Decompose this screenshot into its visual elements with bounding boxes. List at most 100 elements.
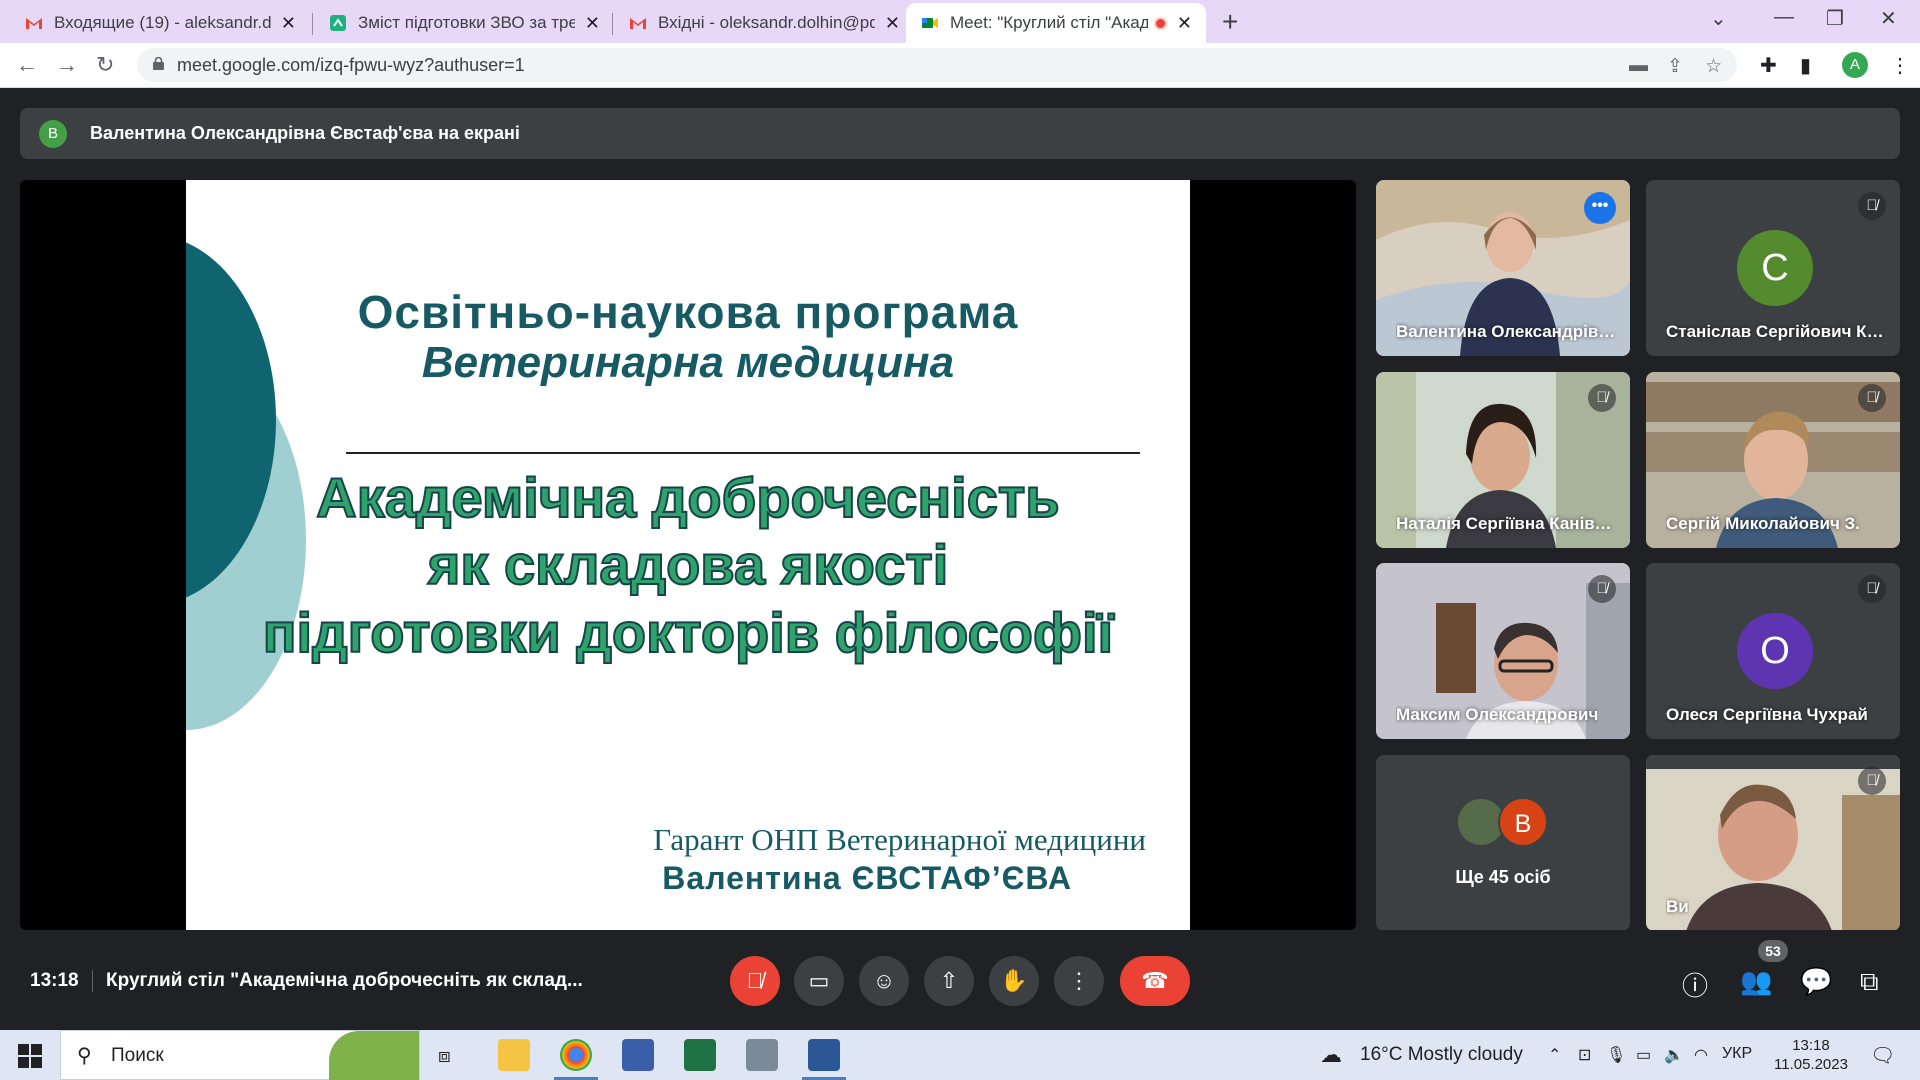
chat-icon[interactable]: 💬 [1800,966,1832,997]
participant-name: Ви [1666,897,1689,916]
gmail-icon [630,18,646,29]
leave-call-button[interactable]: ☎ [1120,956,1190,1006]
more-options-button[interactable]: ⋮ [1054,956,1104,1006]
tab-close-icon[interactable]: ✕ [1177,13,1192,34]
mic-off-icon: 🎙̸ [1588,384,1616,412]
more-participants-label: Ще 45 осіб [1455,867,1551,887]
docs-icon [330,15,346,31]
participant-avatar: В [1498,797,1548,847]
back-button[interactable]: ← [16,52,38,78]
maximize-button[interactable]: ❐ [1826,6,1844,31]
taskbar-date: 11.05.2023 [1774,1056,1848,1073]
word-icon[interactable] [802,1039,846,1080]
participant-name: Максим Олександрович [1396,705,1599,724]
slide-topic-line: як складова якості [427,532,950,597]
save-app-icon[interactable] [622,1039,654,1071]
camera-toggle-button[interactable]: ▭ [794,956,844,1006]
tab-meet[interactable]: Meet: "Круглий стіл "Академ ✕ [906,3,1206,43]
divider [92,970,93,992]
mic-off-icon: 🎙̸ [1858,192,1886,220]
windows-start-icon[interactable] [18,1044,42,1068]
weather-text[interactable]: 16°C Mostly cloudy [1360,1044,1523,1066]
tab-docs[interactable]: Зміст підготовки ЗВО за третім ( ✕ [314,3,614,43]
tab-title: Meet: "Круглий стіл "Академ [950,13,1149,32]
bookmark-star-icon[interactable]: ☆ [1705,55,1722,78]
search-icon: ⚲ [77,1045,92,1067]
more-participants-tile[interactable]: В Ще 45 осіб [1376,755,1630,931]
presenter-avatar: В [39,120,67,148]
participant-tile[interactable]: О 🎙̸ Олеся Сергіївна Чухрай [1646,563,1900,739]
calculator-icon[interactable] [746,1039,778,1071]
people-icon[interactable]: 👥 [1740,966,1772,997]
tab-search-icon[interactable]: ⌄ [1710,6,1727,31]
microphone-icon[interactable]: 🎙 [1606,1045,1626,1065]
presenter-text: Валентина Олександрівна Євстаф'єва на ек… [90,123,520,143]
taskbar-search[interactable]: ⚲ Поиск [60,1030,420,1080]
tab-close-icon[interactable]: ✕ [281,13,296,34]
close-window-button[interactable]: ✕ [1880,6,1897,31]
new-tab-button[interactable]: + [1222,6,1238,38]
slide-guarantor-name: Валентина ЄВСТАФ’ЄВА [662,860,1072,896]
meeting-title: Круглий стіл "Академічна доброчесніть як… [106,970,583,991]
url-text: meet.google.com/izq-fpwu-wyz?authuser=1 [177,55,525,75]
share-icon[interactable]: ⇪ [1667,55,1683,78]
volume-icon[interactable]: 🔈 [1664,1045,1684,1065]
meeting-info-icon[interactable]: ⓘ [1682,966,1708,1003]
reactions-button[interactable]: ☺ [859,956,909,1006]
chrome-icon[interactable] [554,1039,598,1080]
menu-kebab-icon[interactable]: ⋮ [1890,53,1910,78]
tab-title: Зміст підготовки ЗВО за третім ( [358,13,575,32]
slide-program-subtitle: Ветеринарна медицина [421,338,955,387]
battery-icon[interactable]: ▭ [1636,1045,1651,1065]
taskbar-time: 13:18 [1792,1037,1830,1054]
participant-tile[interactable]: ••• Валентина Олександрівна Євстаф'єва [1376,180,1630,356]
presenter-banner: В Валентина Олександрівна Євстаф'єва на … [20,108,1900,159]
participant-tile[interactable]: 🎙̸ Сергій Миколайович З. [1646,372,1900,548]
windows-taskbar: ⚲ Поиск ⧈ ☁ 16°C Mostly cloudy ⌃ ⊡ 🎙 ▭ 🔈… [0,1030,1920,1080]
omnibox[interactable]: meet.google.com/izq-fpwu-wyz?authuser=1 … [137,48,1737,82]
taskbar-clock[interactable]: 13:18 11.05.2023 [1774,1036,1848,1074]
address-toolbar: ← → ↻ meet.google.com/izq-fpwu-wyz?authu… [0,43,1920,88]
network-device-icon[interactable]: ⊡ [1578,1045,1591,1065]
tab-gmail-work[interactable]: Вхідні - oleksandr.dolhin@pdaa.e ✕ [614,3,914,43]
side-panel-icon[interactable]: ▮ [1800,53,1811,78]
camera-icon[interactable]: ▬ [1629,55,1648,77]
task-view-icon[interactable]: ⧈ [438,1045,451,1068]
tab-close-icon[interactable]: ✕ [585,13,600,34]
mic-off-icon: 🎙̸ [1588,575,1616,603]
extensions-icon[interactable]: ✚ [1760,53,1777,78]
tab-title: Вхідні - oleksandr.dolhin@pdaa.e [658,13,875,32]
search-highlight-image [329,1031,419,1080]
present-screen-button[interactable]: ⇧ [924,956,974,1006]
participant-tile[interactable]: 🎙̸ Наталія Сергіївна Канівець [1376,372,1630,548]
forward-button[interactable]: → [56,52,78,78]
tab-gmail-inbox[interactable]: Входящие (19) - aleksandr.ds86@ ✕ [10,3,310,43]
meet-icon [922,18,938,28]
minimize-button[interactable]: — [1774,6,1794,29]
wifi-icon[interactable]: ◠ [1694,1045,1708,1065]
language-indicator[interactable]: УКР [1722,1045,1752,1063]
excel-icon[interactable] [684,1039,716,1071]
tab-title: Входящие (19) - aleksandr.ds86@ [54,13,271,32]
weather-cloud-icon: ☁ [1320,1042,1342,1067]
file-explorer-icon[interactable] [498,1039,530,1071]
raise-hand-button[interactable]: ✋ [989,956,1039,1006]
activities-icon[interactable]: ⧉ [1860,966,1879,998]
gmail-icon [26,18,42,29]
more-options-icon[interactable]: ••• [1584,192,1616,224]
notifications-icon[interactable]: 🗨 [1870,1043,1895,1068]
profile-avatar[interactable]: A [1842,52,1868,78]
participant-tile[interactable]: 🎙̸ Максим Олександрович [1376,563,1630,739]
mic-toggle-button[interactable]: 🎙̸ [730,956,780,1006]
mic-off-icon: 🎙̸ [1858,384,1886,412]
tab-close-icon[interactable]: ✕ [885,13,900,34]
tab-divider [312,13,313,35]
participant-name: Сергій Миколайович З. [1666,514,1860,533]
tray-chevron-icon[interactable]: ⌃ [1548,1045,1561,1065]
self-view-tile[interactable]: 🎙̸ Ви [1646,755,1900,931]
participant-name: Олеся Сергіївна Чухрай [1666,705,1868,724]
participant-tile[interactable]: С 🎙̸ Станіслав Сергійович Кулик [1646,180,1900,356]
reload-button[interactable]: ↻ [96,52,114,78]
recording-icon [1154,16,1167,30]
participant-count-badge: 53 [1758,940,1788,962]
